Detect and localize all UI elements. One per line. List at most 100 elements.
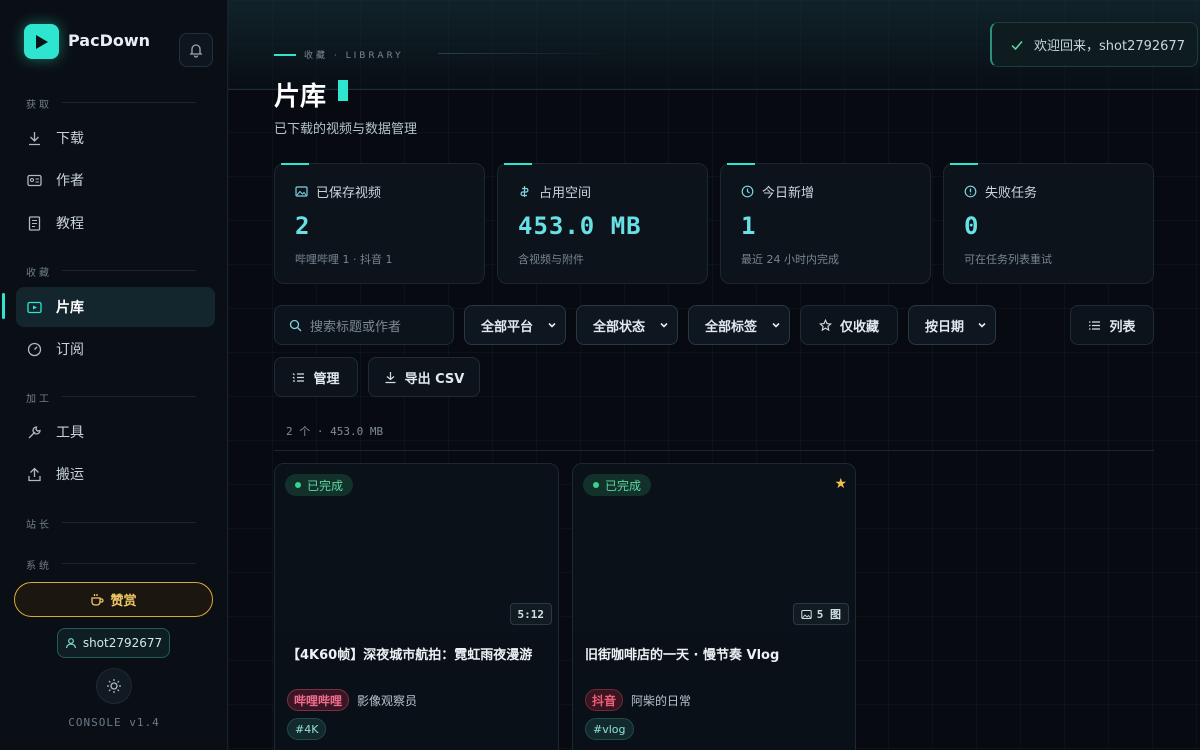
- status-dot: [295, 482, 301, 488]
- wrench-icon: [26, 424, 42, 440]
- tag-chip[interactable]: #4K: [287, 718, 327, 740]
- stat-label: 今日新增: [741, 182, 814, 201]
- breadcrumb: 收藏 · LIBRARY: [274, 48, 404, 61]
- duration-text: 5:12: [517, 607, 545, 621]
- stat-label-text: 占用空间: [539, 186, 592, 201]
- image-count-badge: 5 图: [792, 603, 849, 625]
- list-view-button[interactable]: 列表: [1070, 305, 1154, 345]
- search-input[interactable]: 搜索标题或作者: [274, 305, 454, 345]
- search-placeholder: 搜索标题或作者: [310, 319, 402, 335]
- chevron-down-icon: [772, 322, 780, 328]
- stat-label: 已保存视频: [295, 182, 381, 201]
- bell-icon: [189, 44, 203, 58]
- stat-accent: [504, 163, 532, 165]
- sun-icon: [107, 679, 121, 693]
- sidebar-item-label: 片库: [56, 300, 84, 316]
- donate-button[interactable]: 赞赏: [14, 582, 213, 617]
- section-divider: [62, 522, 196, 523]
- sidebar-item-subscribe[interactable]: 订阅: [16, 329, 215, 369]
- video-card[interactable]: 已完成 5:12 【4K60帧】深夜城市航拍：霓虹雨夜漫游 哔哩哔哩 影像观察员…: [274, 463, 559, 750]
- manage-label: 管理: [313, 371, 340, 387]
- video-title[interactable]: 旧街咖啡店的一天 · 慢节奏 Vlog: [585, 644, 779, 663]
- sidebar-item-tools[interactable]: 工具: [16, 412, 215, 452]
- sidebar-item-download[interactable]: 下载: [16, 118, 215, 158]
- breadcrumb-accent: [274, 53, 296, 56]
- star-outline-icon: [818, 318, 832, 331]
- stat-value: 2: [295, 212, 311, 240]
- theme-toggle-button[interactable]: [96, 668, 132, 704]
- status-badge: 已完成: [583, 474, 652, 496]
- stat-card-today: 今日新增 1 最近 24 小时内完成: [720, 163, 931, 284]
- tag-chip[interactable]: #vlog: [585, 718, 634, 740]
- favorite-star-icon[interactable]: ★: [834, 476, 847, 492]
- stat-label-text: 今日新增: [762, 186, 815, 201]
- search-icon: [289, 319, 302, 331]
- page-subtitle: 已下载的视频与数据管理: [274, 122, 418, 137]
- favorites-only-button[interactable]: 仅收藏: [800, 305, 898, 345]
- stat-value: 0: [964, 212, 980, 240]
- status-select[interactable]: 全部状态: [576, 305, 678, 345]
- section-label-fetch: 获取: [26, 100, 52, 111]
- image-count-text: 5 图: [816, 608, 841, 621]
- active-indicator: [2, 293, 5, 319]
- stat-value: 453.0 MB: [518, 212, 642, 240]
- notifications-button[interactable]: [179, 33, 213, 67]
- status-dot: [593, 482, 599, 488]
- version-label: CONSOLE v1.4: [68, 716, 160, 729]
- manage-button[interactable]: 管理: [274, 357, 358, 397]
- sidebar-item-label: 作者: [56, 173, 84, 189]
- export-csv-label: 导出 CSV: [404, 371, 465, 387]
- sidebar-item-authors[interactable]: 作者: [16, 160, 215, 200]
- video-card[interactable]: 已完成 ★ 5 图 旧街咖啡店的一天 · 慢节奏 Vlog 抖音 阿柴的日常 #…: [572, 463, 856, 750]
- tag-select-value: 全部标签: [705, 319, 758, 335]
- stat-note: 哔哩哔哩 1 · 抖音 1: [295, 253, 393, 266]
- download-icon: [385, 371, 396, 383]
- tag-select[interactable]: 全部标签: [688, 305, 790, 345]
- checklist-icon: [293, 372, 305, 382]
- sidebar-item-label: 工具: [56, 425, 84, 441]
- section-label-collection: 收藏: [26, 268, 52, 279]
- gauge-icon: [26, 341, 42, 357]
- section-divider: [62, 270, 196, 271]
- platform-badge: 抖音: [585, 689, 624, 711]
- check-icon: [1011, 40, 1023, 50]
- author-name[interactable]: 阿柴的日常: [631, 692, 691, 709]
- coffee-icon: [91, 593, 105, 606]
- section-label-process: 加工: [26, 394, 52, 405]
- status-select-value: 全部状态: [593, 319, 646, 335]
- image-icon: [801, 609, 812, 619]
- main-content: 收藏 · LIBRARY 片库 已下载的视频与数据管理 欢迎回来，shot279…: [228, 0, 1200, 750]
- section-divider: [62, 102, 196, 103]
- video-icon: [26, 299, 42, 315]
- platform-badge: 哔哩哔哩: [287, 689, 350, 711]
- stat-card-saved: 已保存视频 2 哔哩哔哩 1 · 抖音 1: [274, 163, 485, 284]
- platform-select[interactable]: 全部平台: [464, 305, 566, 345]
- clock-icon: [741, 185, 754, 198]
- stat-value: 1: [741, 212, 757, 240]
- image-icon: [295, 186, 308, 197]
- section-divider: [62, 563, 196, 564]
- sidebar-item-tutorial[interactable]: 教程: [16, 203, 215, 243]
- section-divider: [62, 396, 196, 397]
- result-summary: 2 个 · 453.0 MB: [286, 425, 384, 438]
- page-title: 片库: [274, 82, 327, 112]
- donate-label: 赞赏: [110, 594, 137, 609]
- chevron-down-icon: [660, 322, 668, 328]
- alert-icon: [964, 185, 977, 198]
- sort-select[interactable]: 按日期: [908, 305, 996, 345]
- export-csv-button[interactable]: 导出 CSV: [368, 357, 480, 397]
- breadcrumb-text: 收藏 · LIBRARY: [304, 51, 404, 61]
- author-name[interactable]: 影像观察员: [357, 692, 417, 709]
- logo-icon[interactable]: [24, 24, 59, 59]
- upload-icon: [26, 466, 42, 482]
- section-label-admin: 站长: [26, 520, 52, 531]
- stat-accent: [281, 163, 309, 165]
- sidebar-item-transfer[interactable]: 搬运: [16, 454, 215, 494]
- user-profile-chip[interactable]: shot2792677: [57, 628, 170, 658]
- title-cursor: [338, 80, 348, 101]
- video-title[interactable]: 【4K60帧】深夜城市航拍：霓虹雨夜漫游: [287, 644, 532, 663]
- sidebar-item-library[interactable]: 片库: [16, 287, 215, 327]
- welcome-toast[interactable]: 欢迎回来，shot2792677: [990, 22, 1198, 67]
- stat-label-text: 失败任务: [985, 186, 1038, 201]
- database-icon: [520, 186, 529, 197]
